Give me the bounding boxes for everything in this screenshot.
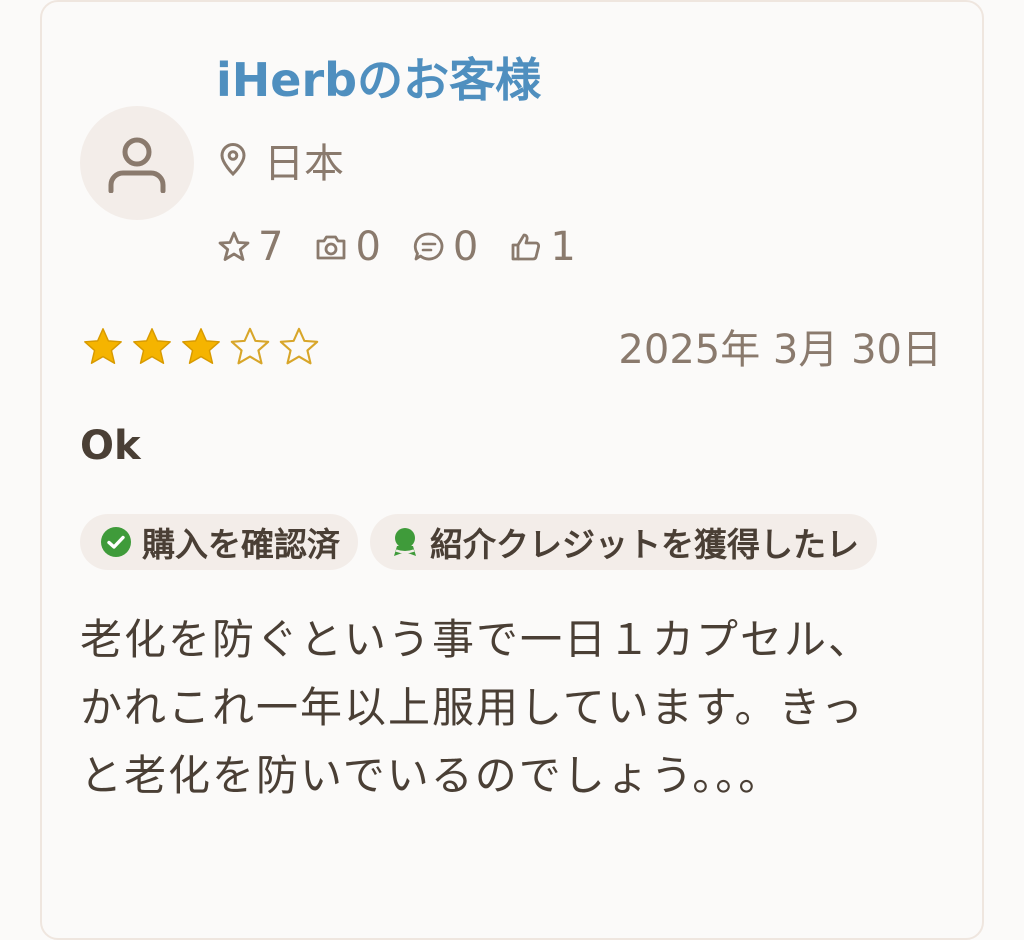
review-badges: 購入を確認済 紹介クレジットを獲得したレ: [80, 514, 877, 570]
stat-likes-count: 1: [550, 224, 576, 270]
star-filled-icon: [84, 328, 122, 365]
stat-ratings: 7: [216, 224, 283, 270]
reviewer-stats: 7 0 0 1: [216, 220, 606, 274]
avatar[interactable]: [80, 106, 194, 220]
chat-bubble-icon: [413, 232, 444, 261]
review-title: Ok: [80, 423, 141, 469]
award-ribbon-icon: [394, 528, 416, 556]
location-text: 日本: [264, 141, 344, 187]
stat-ratings-count: 7: [258, 224, 284, 270]
rewarded-review-label: 紹介クレジットを獲得したレ: [430, 525, 859, 564]
check-circle-icon: [101, 527, 131, 557]
stat-comments-count: 0: [452, 224, 479, 270]
star-filled-icon: [133, 328, 171, 365]
star-filled-icon: [182, 328, 220, 365]
verified-purchase-badge[interactable]: 購入を確認済: [80, 514, 358, 570]
review-date: 2025年 3月 30日: [618, 327, 942, 373]
star-outline-icon: [218, 231, 250, 261]
stat-comments: 0: [411, 224, 478, 270]
reviewer-location: 日本: [218, 134, 344, 187]
reviewer-name[interactable]: iHerbのお客様: [216, 50, 541, 110]
map-pin-icon: [220, 143, 246, 177]
star-empty-icon: [279, 327, 319, 365]
camera-icon: [317, 235, 346, 260]
thumbs-up-icon: [511, 233, 541, 261]
verified-purchase-label: 購入を確認済: [142, 525, 340, 564]
stat-photos: 0: [313, 224, 381, 270]
stat-photos-count: 0: [355, 224, 381, 270]
stat-likes: 1: [508, 224, 576, 270]
review-card: iHerbのお客様 日本 7 0 0 1 2025年 3月 30日 Ok 購入を…: [40, 0, 984, 940]
rewarded-review-badge[interactable]: 紹介クレジットを獲得したレ: [370, 514, 877, 570]
star-empty-icon: [230, 327, 270, 365]
review-body: 老化を防ぐという事で一日１カプセル、かれこれ一年以上服用しています。きっと老化を…: [80, 615, 873, 800]
user-icon: [108, 137, 166, 193]
star-rating: [80, 324, 322, 370]
